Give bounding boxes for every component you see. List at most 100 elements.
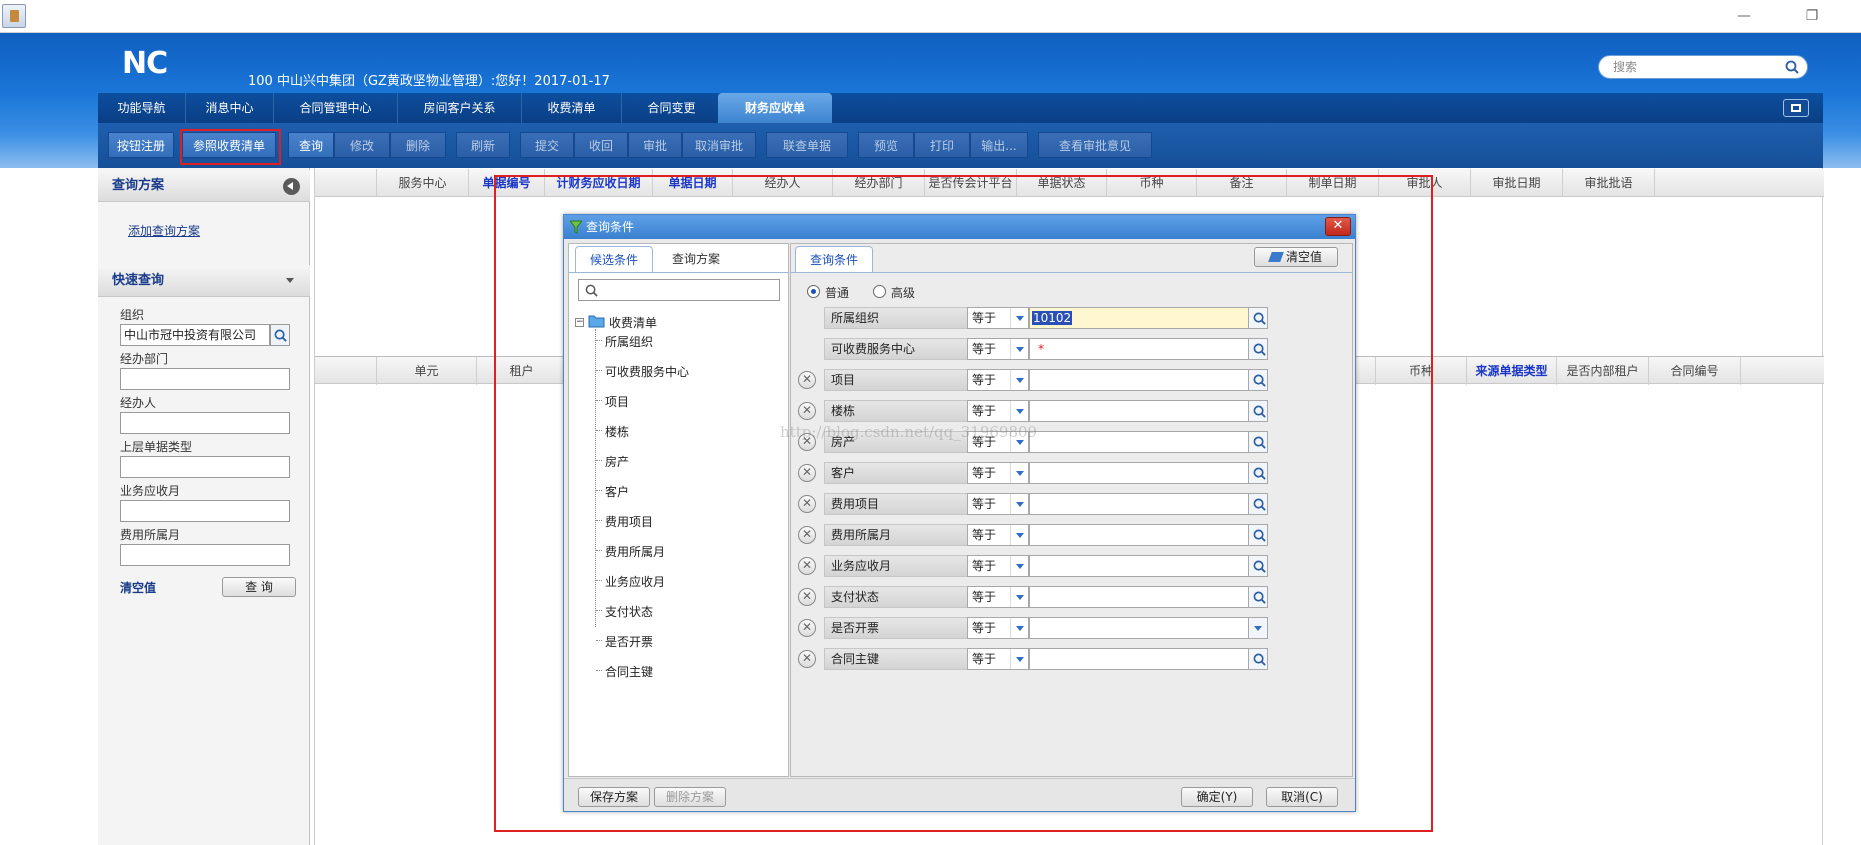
condition-value-input[interactable] — [1029, 524, 1249, 546]
tree-item[interactable]: 客户 — [605, 483, 629, 500]
radio-advanced[interactable] — [873, 285, 886, 298]
tab-contract-change[interactable]: 合同变更 — [622, 93, 722, 123]
grid-col[interactable]: 单元 — [377, 357, 477, 385]
condition-operator-select[interactable]: 等于 — [967, 462, 1029, 484]
condition-operator-select[interactable]: 等于 — [967, 369, 1029, 391]
tree-item[interactable]: 房产 — [605, 453, 629, 470]
chevron-down-icon[interactable] — [1010, 618, 1028, 638]
condition-value-input[interactable] — [1029, 462, 1249, 484]
tree-item[interactable]: 所属组织 — [605, 333, 653, 350]
condition-value-input[interactable] — [1029, 431, 1249, 453]
close-icon[interactable]: ✕ — [1325, 217, 1351, 236]
tree-item[interactable]: 可收费服务中心 — [605, 363, 689, 380]
chevron-down-icon[interactable] — [286, 278, 294, 283]
grid-col[interactable]: 审批批语 — [1563, 169, 1655, 197]
remove-condition-icon[interactable]: ✕ — [798, 402, 816, 420]
condition-value-input[interactable] — [1029, 493, 1249, 515]
linked-docs-button[interactable]: 联查单据 — [766, 132, 848, 158]
tree-item[interactable]: 楼栋 — [605, 423, 629, 440]
remove-condition-icon[interactable]: ✕ — [798, 619, 816, 637]
condition-value-input[interactable] — [1029, 555, 1249, 577]
condition-operator-select[interactable]: 等于 — [967, 493, 1029, 515]
chevron-down-icon[interactable] — [1010, 463, 1028, 483]
restore-button[interactable]: ❐ — [1802, 6, 1822, 26]
grid-col[interactable]: 审批日期 — [1471, 169, 1563, 197]
condition-operator-select[interactable]: 等于 — [967, 400, 1029, 422]
cancel-button[interactable]: 取消(C) — [1266, 787, 1338, 807]
edit-button[interactable]: 修改 — [334, 132, 390, 158]
chevron-down-icon[interactable] — [1010, 525, 1028, 545]
tab-room-customer[interactable]: 房间客户关系 — [398, 93, 522, 123]
condition-lookup-button[interactable] — [1248, 338, 1268, 360]
remove-condition-icon[interactable]: ✕ — [798, 495, 816, 513]
condition-value-input[interactable]: * — [1029, 338, 1249, 360]
tree-collapse-icon[interactable]: − — [575, 318, 584, 327]
quick-query-header[interactable]: 快速查询 — [98, 265, 310, 297]
minimize-button[interactable]: — — [1734, 6, 1754, 26]
remove-condition-icon[interactable]: ✕ — [798, 526, 816, 544]
chevron-down-icon[interactable] — [1010, 339, 1028, 359]
condition-operator-select[interactable]: 等于 — [967, 524, 1029, 546]
condition-lookup-button[interactable] — [1248, 524, 1268, 546]
upper-doc-type-field[interactable] — [120, 456, 290, 478]
tab-query-scheme[interactable]: 查询方案 — [657, 246, 735, 272]
query-scheme-header[interactable]: 查询方案 — [98, 170, 310, 202]
chevron-down-icon[interactable] — [1010, 587, 1028, 607]
export-button[interactable]: 输出... — [970, 132, 1028, 158]
chevron-down-icon[interactable] — [1010, 308, 1028, 328]
tree-search-input[interactable] — [578, 279, 780, 301]
chevron-down-icon[interactable] — [1010, 649, 1028, 669]
condition-lookup-button[interactable] — [1248, 648, 1268, 670]
cancel-approve-button[interactable]: 取消审批 — [682, 132, 756, 158]
dept-field[interactable] — [120, 368, 290, 390]
condition-value-input[interactable] — [1029, 400, 1249, 422]
tab-charge-list[interactable]: 收费清单 — [522, 93, 622, 123]
tree-item[interactable]: 费用所属月 — [605, 543, 665, 560]
chevron-down-icon[interactable] — [1010, 556, 1028, 576]
condition-operator-select[interactable]: 等于 — [967, 648, 1029, 670]
tab-message-center[interactable]: 消息中心 — [186, 93, 274, 123]
query-button[interactable]: 查询 — [288, 132, 334, 158]
add-query-scheme-link[interactable]: 添加查询方案 — [128, 222, 200, 239]
print-button[interactable]: 打印 — [914, 132, 970, 158]
tree-item[interactable]: 合同主键 — [605, 663, 653, 680]
refresh-button[interactable]: 刷新 — [456, 132, 510, 158]
remove-condition-icon[interactable]: ✕ — [798, 557, 816, 575]
condition-lookup-button[interactable] — [1248, 493, 1268, 515]
recall-button[interactable]: 收回 — [574, 132, 628, 158]
approve-button[interactable]: 审批 — [628, 132, 682, 158]
ok-button[interactable]: 确定(Y) — [1181, 787, 1253, 807]
submit-button[interactable]: 提交 — [520, 132, 574, 158]
condition-operator-select[interactable]: 等于 — [967, 617, 1029, 639]
dialog-titlebar[interactable]: 查询条件 ✕ — [564, 215, 1355, 239]
grid-col[interactable]: 合同编号 — [1649, 357, 1741, 385]
condition-lookup-button[interactable] — [1248, 586, 1268, 608]
remove-condition-icon[interactable]: ✕ — [798, 371, 816, 389]
condition-lookup-button[interactable] — [1248, 555, 1268, 577]
clear-values-link[interactable]: 清空值 — [120, 579, 156, 596]
handler-field[interactable] — [120, 412, 290, 434]
remove-condition-icon[interactable]: ✕ — [798, 650, 816, 668]
chevron-down-icon[interactable] — [1010, 494, 1028, 514]
delete-scheme-button[interactable]: 删除方案 — [654, 787, 726, 807]
tree-item[interactable]: 费用项目 — [605, 513, 653, 530]
view-approval-button[interactable]: 查看审批意见 — [1038, 132, 1152, 158]
tab-finance-receivable[interactable]: 财务应收单 — [718, 93, 832, 123]
search-icon[interactable] — [1785, 60, 1799, 74]
grid-col[interactable]: 是否内部租户 — [1557, 357, 1649, 385]
grid-col[interactable]: 服务中心 — [377, 169, 469, 197]
fee-month-field[interactable] — [120, 544, 290, 566]
clear-values-button[interactable]: 清空值 — [1254, 247, 1338, 267]
condition-value-input[interactable] — [1029, 617, 1249, 639]
condition-lookup-button[interactable] — [1248, 431, 1268, 453]
tab-query-conditions[interactable]: 查询条件 — [795, 246, 873, 272]
condition-operator-select[interactable]: 等于 — [967, 338, 1029, 360]
condition-lookup-button[interactable] — [1248, 369, 1268, 391]
radio-normal[interactable] — [807, 285, 820, 298]
condition-operator-select[interactable]: 等于 — [967, 307, 1029, 329]
chevron-down-icon[interactable] — [1010, 401, 1028, 421]
org-field[interactable]: 中山市冠中投资有限公司 — [120, 324, 270, 346]
condition-value-input[interactable] — [1029, 369, 1249, 391]
condition-operator-select[interactable]: 等于 — [967, 555, 1029, 577]
tree-item[interactable]: 业务应收月 — [605, 573, 665, 590]
